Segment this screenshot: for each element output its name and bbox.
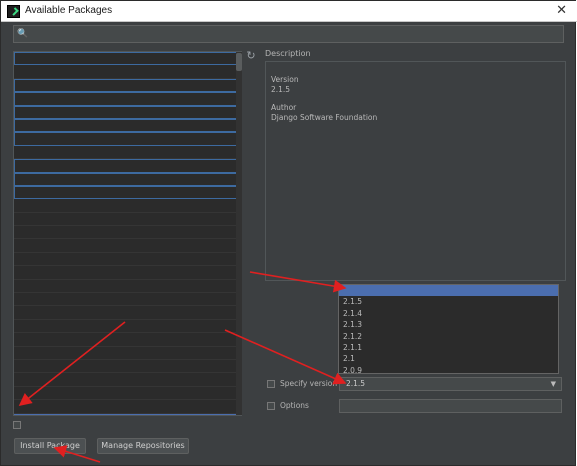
package-row[interactable] [14, 266, 241, 280]
package-row[interactable] [14, 92, 241, 106]
version-option[interactable]: 2.1 [339, 353, 558, 364]
title-bar: Available Packages ✕ [1, 1, 577, 22]
version-option[interactable]: 2.1.2 [339, 331, 558, 342]
version-option[interactable] [339, 285, 558, 297]
package-row[interactable] [14, 213, 241, 227]
package-row[interactable] [14, 239, 241, 253]
package-row[interactable]: Django [14, 413, 241, 415]
package-row[interactable] [14, 105, 241, 119]
package-row[interactable] [14, 333, 241, 347]
package-row[interactable] [14, 146, 241, 160]
package-row[interactable] [14, 199, 241, 213]
specify-version-label: Specify version [280, 379, 338, 388]
package-list[interactable]: Django [13, 51, 242, 416]
reload-icon[interactable]: ↻ [245, 50, 257, 62]
options-checkbox[interactable] [267, 402, 275, 410]
package-row[interactable] [14, 52, 241, 66]
package-row[interactable] [14, 65, 241, 79]
author-value: Django Software Foundation [271, 113, 378, 122]
package-list-scrollbar[interactable] [236, 52, 242, 415]
version-option[interactable]: 2.1.4 [339, 308, 558, 319]
version-option[interactable]: 2.1.5 [339, 296, 558, 307]
package-row[interactable] [14, 360, 241, 374]
specify-version-checkbox[interactable] [267, 380, 275, 388]
version-select[interactable]: 2.1.5 ▼ [339, 377, 562, 391]
package-row[interactable] [14, 226, 241, 240]
window-title: Available Packages [25, 5, 113, 16]
package-row[interactable] [14, 373, 241, 387]
package-list-scroll-thumb[interactable] [236, 53, 242, 71]
package-row[interactable] [14, 280, 241, 294]
close-icon[interactable]: ✕ [556, 3, 567, 18]
version-option[interactable]: 2.1.3 [339, 319, 558, 330]
package-row[interactable] [14, 118, 241, 133]
package-row[interactable] [14, 347, 241, 360]
chevron-down-icon: ▼ [550, 380, 556, 388]
search-input[interactable]: 🔍 [13, 25, 564, 43]
search-icon: 🔍 [17, 29, 29, 39]
version-select-value: 2.1.5 [346, 379, 366, 388]
package-row[interactable] [14, 253, 241, 267]
version-option[interactable]: 2.0.9 [339, 365, 558, 376]
package-row[interactable] [14, 172, 241, 186]
version-value: 2.1.5 [271, 85, 291, 94]
author-heading: Author [271, 103, 297, 112]
version-option[interactable]: 2.1.1 [339, 342, 558, 353]
options-label: Options [280, 401, 309, 410]
package-row[interactable] [14, 400, 241, 414]
package-row[interactable] [14, 293, 241, 307]
description-panel: Version 2.1.5 Author Django Software Fou… [265, 61, 566, 281]
package-row[interactable] [14, 159, 241, 173]
package-row[interactable] [14, 306, 241, 320]
package-row[interactable] [14, 320, 241, 334]
manage-repositories-button[interactable]: Manage Repositories [97, 438, 189, 454]
available-packages-window: Available Packages ✕ 🔍 Django ↻ Descript… [0, 0, 577, 466]
app-icon [7, 5, 20, 18]
version-heading: Version [271, 75, 299, 84]
version-dropdown-list[interactable]: 2.1.5 2.1.4 2.1.3 2.1.2 2.1.1 2.1 2.0.9 [338, 284, 559, 376]
package-row[interactable] [14, 185, 241, 200]
package-row[interactable] [14, 387, 241, 401]
options-input[interactable] [339, 399, 562, 413]
install-package-button[interactable]: Install Package [14, 438, 86, 454]
package-row[interactable] [14, 78, 241, 93]
install-to-user-site-checkbox[interactable] [13, 421, 21, 429]
description-label: Description [265, 49, 311, 58]
package-row[interactable] [14, 132, 241, 146]
